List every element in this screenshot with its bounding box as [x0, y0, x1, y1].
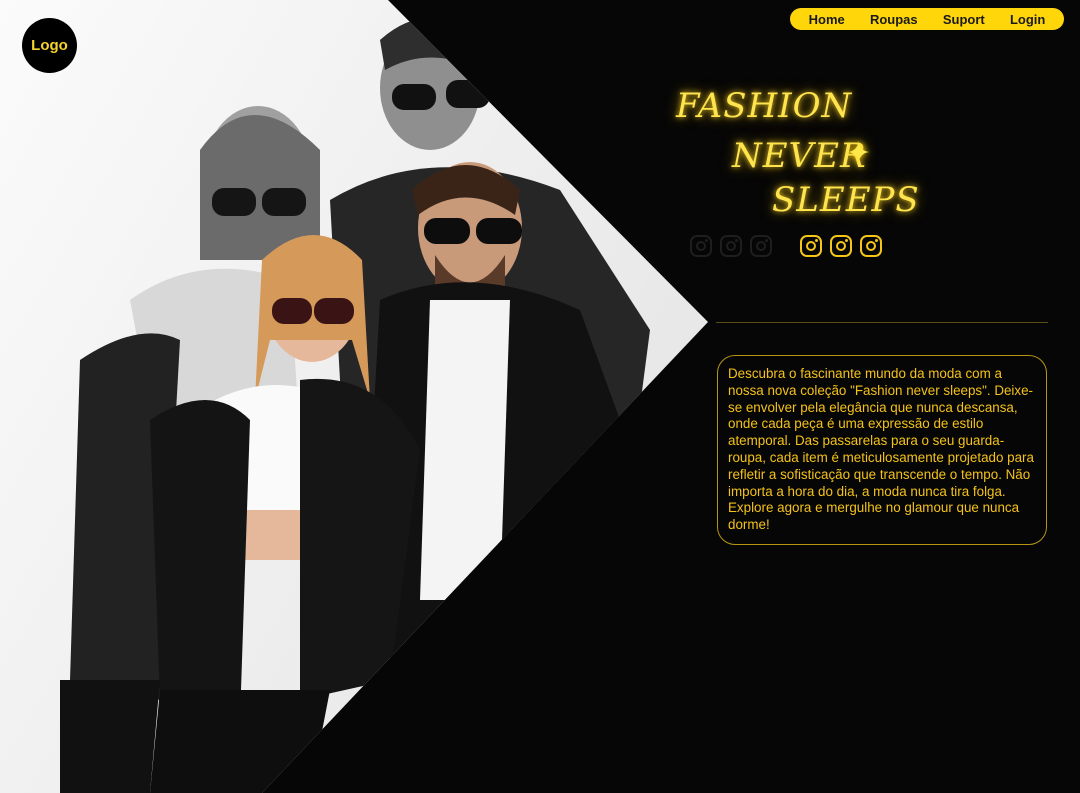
divider [716, 322, 1048, 323]
top-nav: Home Roupas Suport Login [790, 8, 1064, 30]
instagram-icon[interactable] [860, 235, 882, 257]
landing-page: Logo Home Roupas Suport Login FASHION NE… [0, 0, 1080, 793]
sparkle-icon: ✦ [846, 137, 872, 170]
instagram-icon[interactable] [800, 235, 822, 257]
logo[interactable]: Logo [22, 18, 77, 73]
logo-label: Logo [31, 37, 68, 54]
instagram-icon [750, 235, 772, 257]
nav-roupas[interactable]: Roupas [870, 12, 918, 27]
instagram-icon[interactable] [830, 235, 852, 257]
instagram-icon [690, 235, 712, 257]
description-text: Descubra o fascinante mundo da moda com … [728, 366, 1034, 533]
nav-suport[interactable]: Suport [943, 12, 985, 27]
nav-home[interactable]: Home [809, 12, 845, 27]
headline-line-3: SLEEPS [772, 180, 920, 220]
social-icons [800, 235, 882, 257]
instagram-icon [720, 235, 742, 257]
social-icons-shadow [690, 235, 772, 257]
description-box: Descubra o fascinante mundo da moda com … [717, 355, 1047, 545]
headline-line-1: FASHION [676, 86, 853, 126]
nav-login[interactable]: Login [1010, 12, 1045, 27]
